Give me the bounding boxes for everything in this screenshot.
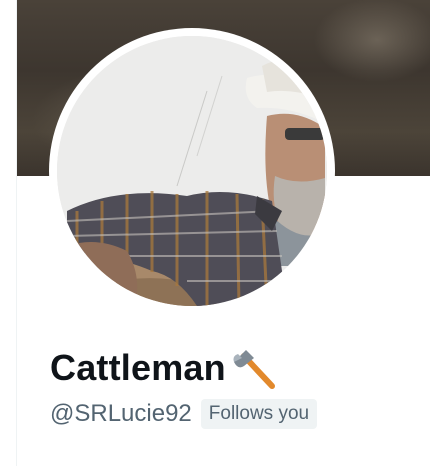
user-handle: @SRLucie92: [50, 400, 192, 427]
handle-row: @SRLucie92 Follows you: [50, 396, 318, 432]
profile-avatar[interactable]: [57, 36, 327, 306]
profile-header: Cattleman @SRLucie92 Follows you: [0, 0, 430, 466]
display-name-row: Cattleman: [50, 346, 276, 390]
display-name: Cattleman: [50, 347, 226, 388]
axe-icon: [228, 346, 276, 390]
avatar-photo: [57, 36, 327, 306]
follows-you-badge: Follows you: [200, 399, 318, 429]
